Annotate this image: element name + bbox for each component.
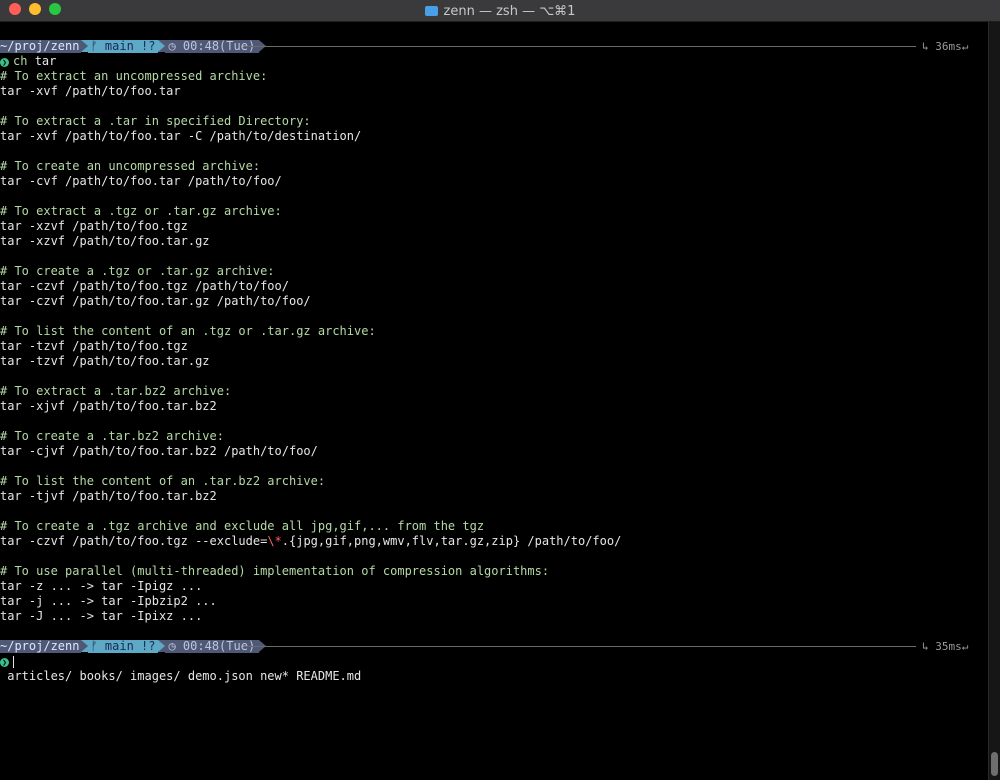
- prompt-line-1: ~/proj/zenn ᚠ main !? ◷ 00:48(Tue): [0, 39, 267, 53]
- output-comment-line: # To list the content of an .tar.bz2 arc…: [0, 474, 325, 489]
- output-text: # To extract an uncompressed archive:: [0, 69, 268, 83]
- command-line-1: ❯ ch tar: [0, 54, 56, 69]
- output-line: tar -tzvf /path/to/foo.tar.gz: [0, 354, 210, 369]
- powerline-separator: [158, 40, 166, 52]
- output-line: tar -z ... -> tar -Ipigz ...: [0, 579, 202, 594]
- output-text: tar -J ... -> tar -Ipixz ...: [0, 609, 203, 623]
- output-line: tar -xzvf /path/to/foo.tar.gz: [0, 234, 210, 249]
- output-text: .{jpg,gif,png,wmv,flv,tar.gz,zip} /path/…: [281, 534, 622, 548]
- powerline-separator: [158, 640, 166, 652]
- output-line: tar -czvf /path/to/foo.tgz --exclude=\*.…: [0, 534, 621, 549]
- output-line: tar -cjvf /path/to/foo.tar.bz2 /path/to/…: [0, 444, 318, 459]
- output-line: tar -tzvf /path/to/foo.tgz: [0, 339, 188, 354]
- prompt-rule: [244, 46, 916, 47]
- powerline-separator: [81, 40, 89, 52]
- output-comment-line: # To create a .tgz or .tar.gz archive:: [0, 264, 275, 279]
- output-text: # To extract a .tgz or .tar.gz archive:: [0, 204, 282, 218]
- command-prefix: ch: [13, 54, 28, 68]
- completion-list: articles/ books/ images/ demo.json new* …: [0, 669, 362, 683]
- prompt-line-2: ~/proj/zenn ᚠ main !? ◷ 00:48(Tue): [0, 639, 267, 653]
- output-line: tar -czvf /path/to/foo.tgz /path/to/foo/: [0, 279, 289, 294]
- output-text: tar -tzvf /path/to/foo.tgz: [0, 339, 188, 353]
- output-comment-line: # To create a .tgz archive and exclude a…: [0, 519, 484, 534]
- command-text: tar: [34, 54, 57, 68]
- output-text: tar -cjvf /path/to/foo.tar.bz2 /path/to/…: [0, 444, 318, 458]
- output-text: tar -tzvf /path/to/foo.tar.gz: [0, 354, 210, 368]
- output-text: # To create an uncompressed archive:: [0, 159, 261, 173]
- output-text: tar -xzvf /path/to/foo.tgz: [0, 219, 188, 233]
- output-line: tar -czvf /path/to/foo.tar.gz /path/to/f…: [0, 294, 311, 309]
- output-text: # To create a .tar.bz2 archive:: [0, 429, 224, 443]
- prompt-directory: ~/proj/zenn: [0, 639, 82, 653]
- output-comment-line: # To extract a .tar in specified Directo…: [0, 114, 311, 129]
- output-text: tar -j ... -> tar -Ipbzip2 ...: [0, 594, 217, 608]
- output-text: # To list the content of an .tgz or .tar…: [0, 324, 376, 338]
- prompt-duration: ↳ 36ms↵: [922, 40, 969, 53]
- output-comment-line: # To extract an uncompressed archive:: [0, 69, 267, 84]
- output-text: # To extract a .tar.bz2 archive:: [0, 384, 232, 398]
- output-text: tar -xjvf /path/to/foo.tar.bz2: [0, 399, 217, 413]
- output-comment-line: # To create an uncompressed archive:: [0, 159, 260, 174]
- output-comment-line: # To create a .tar.bz2 archive:: [0, 429, 224, 444]
- output-text: # To list the content of an .tar.bz2 arc…: [0, 474, 326, 488]
- text-cursor: [13, 655, 14, 668]
- output-text: # To create a .tgz archive and exclude a…: [0, 519, 485, 533]
- output-text: tar -xzvf /path/to/foo.tar.gz: [0, 234, 210, 248]
- command-input-line[interactable]: ❯: [0, 654, 14, 669]
- prompt-arrow-icon: ❯: [0, 58, 9, 67]
- window-title-text: zenn — zsh — ⌥⌘1: [443, 3, 576, 19]
- escaped-glob-text: \*: [267, 534, 282, 548]
- output-text: tar -cvf /path/to/foo.tar /path/to/foo/: [0, 174, 282, 188]
- output-comment-line: # To use parallel (multi-threaded) imple…: [0, 564, 549, 579]
- output-line: tar -tjvf /path/to/foo.tar.bz2: [0, 489, 217, 504]
- output-text: tar -xvf /path/to/foo.tar -C /path/to/de…: [0, 129, 362, 143]
- vertical-scrollbar[interactable]: [988, 22, 1000, 780]
- prompt-git-status: ᚠ main !?: [88, 640, 159, 653]
- output-text: tar -czvf /path/to/foo.tgz /path/to/foo/: [0, 279, 289, 293]
- output-comment-line: # To extract a .tgz or .tar.gz archive:: [0, 204, 282, 219]
- folder-icon: [424, 6, 438, 16]
- output-text: # To extract a .tar in specified Directo…: [0, 114, 311, 128]
- output-line: tar -xzvf /path/to/foo.tgz: [0, 219, 188, 234]
- scrollbar-thumb[interactable]: [991, 752, 998, 776]
- output-comment-line: # To extract a .tar.bz2 archive:: [0, 384, 231, 399]
- output-text: # To create a .tgz or .tar.gz archive:: [0, 264, 275, 278]
- output-text: tar -czvf /path/to/foo.tar.gz /path/to/f…: [0, 294, 311, 308]
- output-comment-line: # To list the content of an .tgz or .tar…: [0, 324, 376, 339]
- output-text: tar -z ... -> tar -Ipigz ...: [0, 579, 203, 593]
- prompt-rule: [244, 646, 916, 647]
- output-line: tar -J ... -> tar -Ipixz ...: [0, 609, 202, 624]
- terminal-area[interactable]: ~/proj/zenn ᚠ main !? ◷ 00:48(Tue) ↳ 36m…: [0, 22, 988, 780]
- output-text: tar -tjvf /path/to/foo.tar.bz2: [0, 489, 217, 503]
- output-line: tar -cvf /path/to/foo.tar /path/to/foo/: [0, 174, 282, 189]
- output-text: tar -xvf /path/to/foo.tar: [0, 84, 181, 98]
- output-line: tar -xvf /path/to/foo.tar -C /path/to/de…: [0, 129, 361, 144]
- output-text: tar -czvf /path/to/foo.tgz --exclude=: [0, 534, 268, 548]
- output-line: tar -j ... -> tar -Ipbzip2 ...: [0, 594, 217, 609]
- output-text: # To use parallel (multi-threaded) imple…: [0, 564, 550, 578]
- window-title: zenn — zsh — ⌥⌘1: [0, 0, 1000, 22]
- output-line: tar -xjvf /path/to/foo.tar.bz2: [0, 399, 217, 414]
- prompt-arrow-icon: ❯: [0, 658, 9, 667]
- prompt-directory: ~/proj/zenn: [0, 39, 82, 53]
- prompt-duration: ↳ 35ms↵: [922, 640, 969, 653]
- output-line: tar -xvf /path/to/foo.tar: [0, 84, 181, 99]
- window-titlebar: zenn — zsh — ⌥⌘1: [0, 0, 1000, 22]
- powerline-separator: [81, 640, 89, 652]
- prompt-git-status: ᚠ main !?: [88, 40, 159, 53]
